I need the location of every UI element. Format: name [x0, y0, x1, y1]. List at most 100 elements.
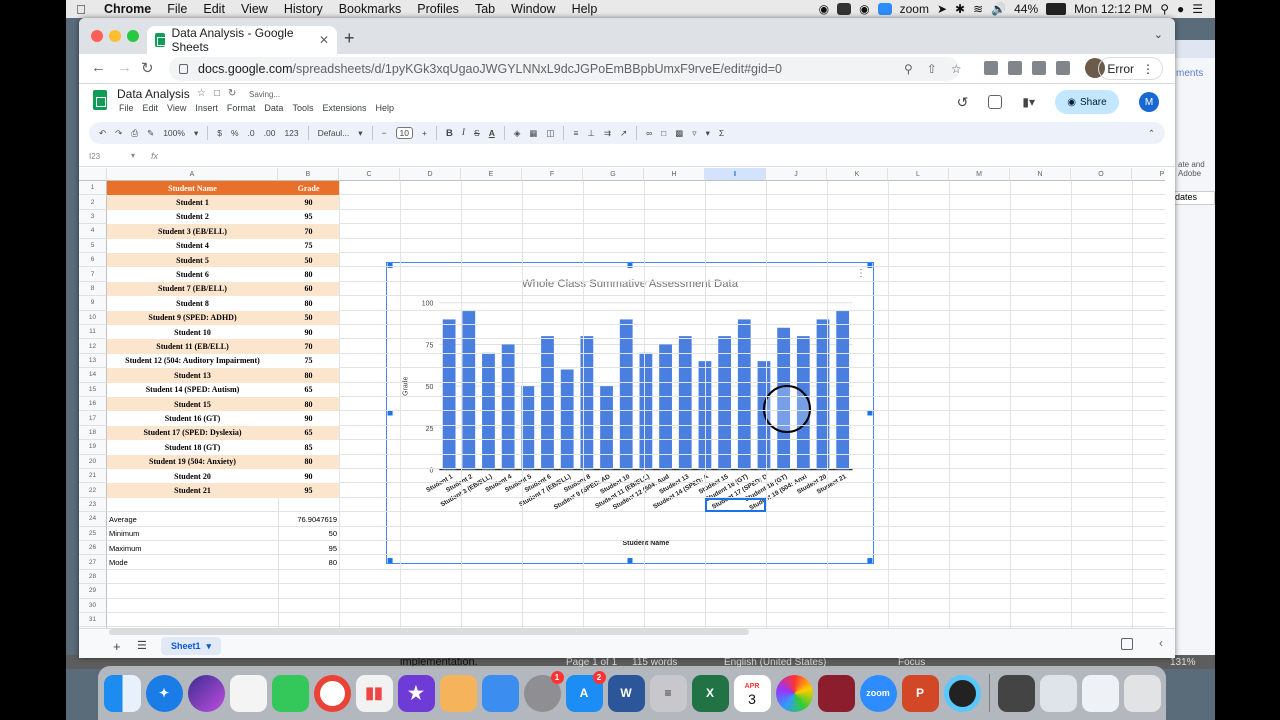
row-header[interactable]: 9	[79, 296, 107, 311]
stat-label-cell[interactable]: Average	[109, 512, 278, 526]
trash-icon[interactable]	[1123, 674, 1161, 712]
imovie-icon[interactable]: ★	[397, 674, 435, 712]
document-title[interactable]: Data Analysis	[117, 87, 190, 101]
number-format-button[interactable]: 123	[284, 128, 298, 138]
quicktime-icon[interactable]	[943, 674, 981, 712]
column-header-n[interactable]: N	[1010, 168, 1071, 181]
recent-window-thumbnail[interactable]	[1039, 674, 1077, 712]
menubar-app-name[interactable]: Chrome	[96, 2, 159, 16]
column-header-e[interactable]: E	[461, 168, 522, 181]
spreadsheet-grid[interactable]: Whole Class Summative Assessment Data 0 25…	[79, 168, 1165, 628]
recent-window-thumbnail[interactable]	[1081, 674, 1119, 712]
student-name-cell[interactable]: Student 21	[107, 483, 278, 498]
grade-cell[interactable]: 90	[278, 469, 339, 484]
move-folder-icon[interactable]: □	[214, 88, 220, 99]
grade-cell[interactable]: 65	[278, 425, 339, 441]
grade-cell[interactable]: 95	[278, 483, 339, 498]
row-header[interactable]: 24	[79, 512, 107, 527]
powerpoint-icon[interactable]: P	[901, 674, 939, 712]
insert-link-icon[interactable]: ∞	[646, 128, 652, 138]
sync-icon[interactable]: ↻	[228, 88, 236, 99]
control-center-icon[interactable]: ☰	[1192, 2, 1203, 16]
student-name-cell[interactable]: Student 6	[107, 267, 278, 282]
font-select[interactable]: Defaul...	[318, 128, 350, 138]
grade-cell[interactable]: 60	[278, 281, 339, 297]
currency-button[interactable]: $	[217, 128, 222, 138]
print-icon[interactable]: ⎙	[131, 128, 138, 139]
word-zoom[interactable]: 131%	[1170, 657, 1196, 668]
finder-icon[interactable]	[103, 674, 141, 712]
row-header[interactable]: 17	[79, 411, 107, 426]
font-chevron-icon[interactable]: ▾	[358, 128, 362, 139]
zoom-magnifier-icon[interactable]: ⚲	[904, 62, 913, 76]
grade-cell[interactable]: 50	[278, 253, 339, 268]
menubar-item-file[interactable]: File	[159, 2, 195, 16]
column-header-a[interactable]: A	[107, 168, 278, 181]
header-cell-grade[interactable]: Grade	[278, 181, 339, 196]
menubar-item-help[interactable]: Help	[564, 2, 606, 16]
percent-button[interactable]: %	[231, 128, 239, 138]
column-header-c[interactable]: C	[339, 168, 400, 181]
row-header[interactable]: 26	[79, 541, 107, 556]
row-header[interactable]: 27	[79, 555, 107, 570]
grade-cell[interactable]: 70	[278, 224, 339, 239]
grade-cell[interactable]: 80	[278, 397, 339, 412]
row-header[interactable]: 23	[79, 497, 107, 513]
error-button[interactable]: Error ⋮	[1098, 57, 1163, 80]
row-header[interactable]: 29	[79, 584, 107, 599]
grade-cell[interactable]: 90	[278, 195, 339, 210]
pages-icon[interactable]	[439, 674, 477, 712]
tab-search-chevron-icon[interactable]: ⌄	[1154, 28, 1163, 41]
spotlight-icon[interactable]: ⚲	[1160, 2, 1169, 16]
menu-help[interactable]: Help	[375, 103, 394, 113]
student-name-cell[interactable]: Student 17 (SPED: Dyslexia)	[107, 425, 278, 441]
student-name-cell[interactable]: Student 20	[107, 469, 278, 484]
chart-menu-icon[interactable]: ⋮	[856, 268, 866, 279]
menubar-item-view[interactable]: View	[233, 2, 276, 16]
apple-menu-icon[interactable]: 	[66, 2, 96, 17]
row-header[interactable]: 7	[79, 267, 107, 282]
student-name-cell[interactable]: Student 7 (EB/ELL)	[107, 281, 278, 297]
student-name-cell[interactable]: Student 11 (EB/ELL)	[107, 339, 278, 354]
column-header-i[interactable]: I	[705, 168, 766, 181]
student-name-cell[interactable]: Student 13	[107, 368, 278, 383]
menubar-item-profiles[interactable]: Profiles	[409, 2, 467, 16]
add-sheet-button[interactable]: +	[113, 639, 121, 654]
filter-views-icon[interactable]: ▾	[706, 128, 710, 139]
vertical-align-icon[interactable]: ⊥	[587, 128, 594, 139]
text-wrap-icon[interactable]: ⇉	[604, 128, 611, 139]
stat-label-cell[interactable]: Minimum	[109, 527, 278, 541]
increase-decimal-button[interactable]: .00	[264, 128, 276, 138]
menubar-item-edit[interactable]: Edit	[195, 2, 233, 16]
address-bar[interactable]: docs.google.com/spreadsheets/d/1pyKGk3xq…	[169, 57, 959, 81]
column-header-k[interactable]: K	[827, 168, 888, 181]
student-name-cell[interactable]: Student 12 (504: Auditory Impairment)	[107, 353, 278, 369]
student-name-cell[interactable]: Student 1	[107, 195, 278, 210]
numbers-icon[interactable]: ▮▮	[355, 674, 393, 712]
reload-button[interactable]: ↻	[141, 59, 154, 77]
text-color-button[interactable]: A	[489, 128, 495, 138]
new-tab-button[interactable]: +	[344, 28, 355, 49]
share-button[interactable]: ◉ Share	[1055, 90, 1119, 114]
row-header[interactable]: 14	[79, 368, 107, 383]
user-menu-icon[interactable]: ●	[1177, 2, 1184, 16]
grade-cell[interactable]: 90	[278, 325, 339, 340]
grade-cell[interactable]: 70	[278, 339, 339, 354]
excel-icon[interactable]: X	[691, 674, 729, 712]
stat-value-cell[interactable]: 80	[278, 555, 339, 569]
student-name-cell[interactable]: Student 4	[107, 238, 278, 253]
stat-label-cell[interactable]: Maximum	[109, 541, 278, 555]
student-name-cell[interactable]: Student 5	[107, 253, 278, 268]
row-header[interactable]: 5	[79, 238, 107, 253]
star-icon[interactable]: ☆	[197, 88, 206, 99]
row-header[interactable]: 16	[79, 397, 107, 412]
menu-format[interactable]: Format	[227, 103, 256, 113]
menu-extensions[interactable]: Extensions	[322, 103, 366, 113]
wifi-icon[interactable]: ≋	[973, 2, 983, 16]
student-name-cell[interactable]: Student 8	[107, 296, 278, 311]
reminders-icon[interactable]	[229, 674, 267, 712]
stat-value-cell[interactable]: 50	[278, 527, 339, 541]
location-icon[interactable]: ➤	[937, 2, 947, 16]
grade-cell[interactable]: 90	[278, 411, 339, 426]
decrease-decimal-button[interactable]: .0	[248, 128, 255, 138]
